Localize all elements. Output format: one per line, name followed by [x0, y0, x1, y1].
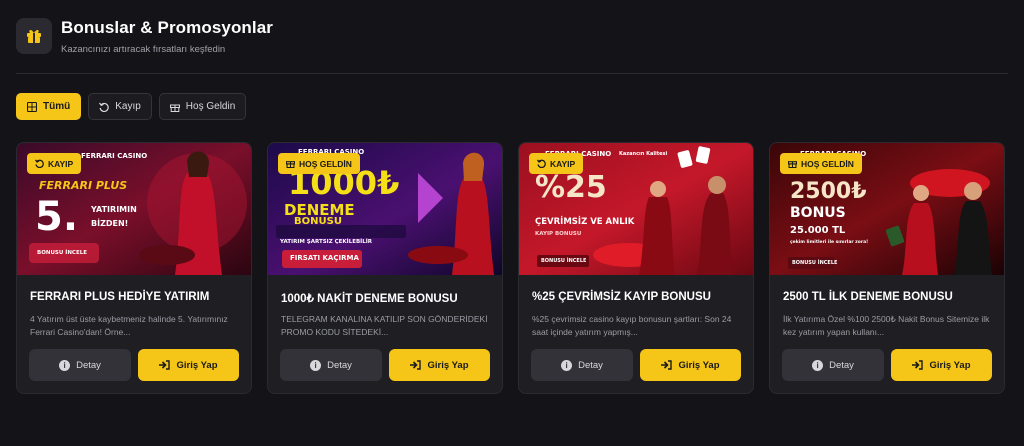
info-icon: i: [59, 359, 71, 371]
card-actions: i Detay Giriş Yap: [782, 349, 992, 381]
filter-welcome-button[interactable]: Hoş Geldin: [158, 93, 247, 120]
banner-line3: BİZDEN!: [91, 219, 129, 228]
gift-icon: [788, 161, 797, 168]
filter-all-button[interactable]: Tümü: [16, 93, 82, 120]
detail-button[interactable]: i Detay: [531, 349, 633, 381]
login-label: Giriş Yap: [176, 359, 218, 371]
page-title: Bonuslar & Promosyonlar: [61, 17, 274, 37]
detail-label: Detay: [829, 359, 854, 371]
badge-label: HOŞ GELDİN: [299, 158, 352, 169]
badge-label: HOŞ GELDİN: [801, 158, 854, 169]
card-description: 4 Yatırım üst üste kaybetmeniz halinde 5…: [30, 314, 228, 337]
card-actions: i Detay Giriş Yap: [29, 349, 239, 381]
info-icon: i: [561, 359, 573, 371]
login-button[interactable]: Giriş Yap: [138, 349, 239, 381]
banner-brand: FERRARI CASINO: [81, 152, 148, 160]
banner-line3: YATIRIM ŞARTSIZ ÇEKİLEBİLİR: [280, 239, 373, 245]
card-description: TELEGRAM KANALINA KATILIP SON GÖNDERİDEK…: [281, 314, 488, 337]
banner-line2: 25.000 TL: [790, 225, 846, 236]
login-label: Giriş Yap: [678, 359, 720, 371]
filter-loss-button[interactable]: Kayıp: [88, 93, 152, 120]
login-button[interactable]: Giriş Yap: [640, 349, 741, 381]
gift-icon: [286, 161, 295, 168]
refresh-icon: [537, 159, 546, 168]
header-divider: [16, 73, 1008, 74]
card-title: %25 ÇEVRİMSİZ KAYIP BONUSU: [532, 291, 711, 303]
card-title: FERRARI PLUS HEDİYE YATIRIM: [30, 291, 210, 303]
bonus-banner[interactable]: FERRARI CASINO Kazancın Kalitesi %25 ÇEV…: [519, 143, 753, 275]
info-icon: i: [812, 359, 824, 371]
gift-icon: [16, 18, 52, 54]
banner-line2: YATIRIMIN: [91, 205, 137, 214]
login-icon: [159, 360, 171, 370]
card-actions: i Detay Giriş Yap: [280, 349, 490, 381]
banner-cta: BONUSU İNCELE: [541, 258, 587, 264]
card-title: 1000₺ NAKİT DENEME BONUSU: [281, 293, 458, 305]
banner-big: %25: [535, 170, 607, 205]
page-header: Bonuslar & Promosyonlar Kazancınızı artı…: [16, 14, 273, 58]
card-actions: i Detay Giriş Yap: [531, 349, 741, 381]
bonus-banner[interactable]: FERRARI CASINO FERRARI PLUS 5. YATIRIMIN…: [17, 143, 251, 275]
bonus-card: FERRARI CASINO FERRARI PLUS 5. YATIRIMIN…: [16, 142, 252, 394]
gift-icon: [169, 104, 180, 112]
login-label: Giriş Yap: [929, 359, 971, 371]
login-icon: [912, 360, 924, 370]
detail-button[interactable]: i Detay: [782, 349, 884, 381]
card-title: 2500 TL İLK DENEME BONUSU: [783, 291, 953, 303]
banner-line1: FERRARI PLUS: [39, 179, 128, 192]
login-label: Giriş Yap: [427, 359, 469, 371]
banner-big: 5.: [35, 194, 79, 240]
banner-cta: BONUSU İNCELE: [37, 250, 87, 256]
login-button[interactable]: Giriş Yap: [891, 349, 992, 381]
filter-welcome-label: Hoş Geldin: [185, 101, 236, 112]
banner-tag: Kazancın Kalitesi: [619, 151, 668, 157]
badge-label: KAYIP: [550, 158, 576, 169]
card-description: %25 çevrimsiz casino kayıp bonusun şartl…: [532, 314, 732, 337]
category-badge: KAYIP: [529, 153, 584, 174]
detail-label: Detay: [578, 359, 603, 371]
banner-line3: çekim limitleri ile sınırlar zora!: [790, 240, 869, 245]
bonus-card-list: FERRARI CASINO FERRARI PLUS 5. YATIRIMIN…: [16, 142, 1005, 394]
detail-label: Detay: [327, 359, 352, 371]
banner-big: 2500₺: [790, 179, 867, 204]
filter-loss-label: Kayıp: [115, 101, 141, 112]
card-description: İlk Yatırıma Özel %100 2500₺ Nakit Bonus…: [783, 314, 990, 337]
category-badge: HOŞ GELDİN: [780, 153, 862, 174]
grid-icon: [27, 101, 37, 112]
filter-all-label: Tümü: [43, 101, 71, 112]
detail-button[interactable]: i Detay: [29, 349, 131, 381]
login-button[interactable]: Giriş Yap: [389, 349, 490, 381]
bonus-card: FERRARI CASINO 2500₺ BONUS 25.000 TL çek…: [769, 142, 1005, 394]
banner-cta: FIRSATI KAÇIRMA: [290, 254, 359, 262]
category-badge: KAYIP: [27, 153, 82, 174]
detail-button[interactable]: i Detay: [280, 349, 382, 381]
bonus-card: FERRARI CASINO 1000₺ DENEME BONUSU YATIR…: [267, 142, 503, 394]
filter-bar: Tümü Kayıp Hoş Geldin: [16, 93, 247, 120]
banner-line1: ÇEVRİMSİZ VE ANLIK: [535, 217, 635, 227]
login-icon: [661, 360, 673, 370]
banner-line2: KAYIP BONUSU: [535, 231, 582, 237]
bonus-banner[interactable]: FERRARI CASINO 1000₺ DENEME BONUSU YATIR…: [268, 143, 502, 275]
bonus-card: FERRARI CASINO Kazancın Kalitesi %25 ÇEV…: [518, 142, 754, 394]
badge-label: KAYIP: [48, 158, 74, 169]
banner-cta: BONUSU İNCELE: [792, 260, 838, 266]
page-subtitle: Kazancınızı artıracak fırsatları keşfedi…: [61, 43, 226, 55]
category-badge: HOŞ GELDİN: [278, 153, 360, 174]
info-icon: i: [310, 359, 322, 371]
bonus-banner[interactable]: FERRARI CASINO 2500₺ BONUS 25.000 TL çek…: [770, 143, 1004, 275]
detail-label: Detay: [76, 359, 101, 371]
refresh-icon: [99, 102, 109, 112]
banner-line1: BONUS: [790, 205, 846, 221]
refresh-icon: [35, 159, 44, 168]
banner-line2: BONUSU: [294, 216, 342, 227]
login-icon: [410, 360, 422, 370]
